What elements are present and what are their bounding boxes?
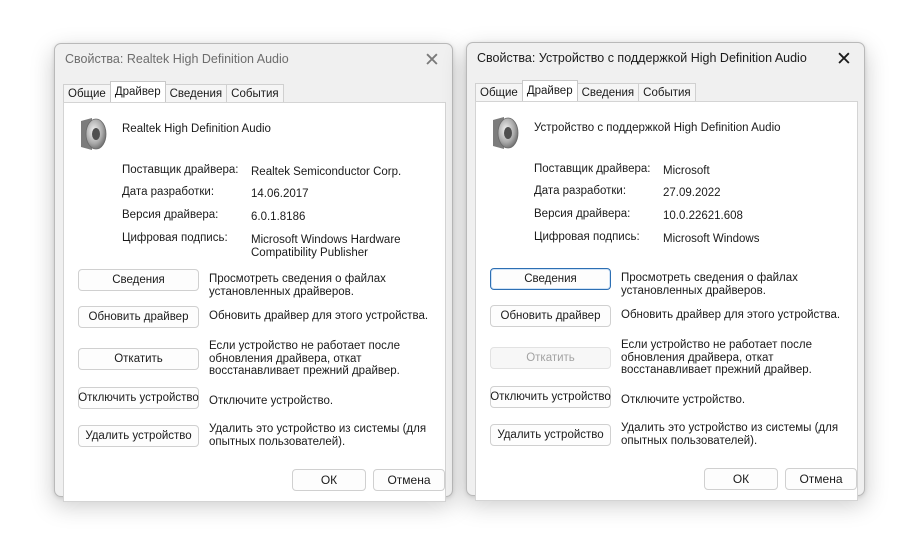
disable-device-description: Отключите устройство. [621, 394, 746, 406]
date-value: 14.06.2017 [251, 188, 309, 200]
tab-driver[interactable]: Драйвер [109, 81, 166, 102]
update-driver-description: Обновить драйвер для этого устройства. [621, 309, 841, 321]
close-icon: ✕ [836, 48, 852, 70]
rollback-driver-description: Если устройство не работает после обновл… [209, 340, 429, 378]
tab-driver[interactable]: Драйвер [521, 80, 578, 101]
driver-details-description: Просмотреть сведения о файлах установлен… [621, 272, 841, 297]
device-name: Устройство с поддержкой High Definition … [534, 122, 781, 134]
description-line: восстанавливает прежний драйвер. [209, 365, 400, 377]
version-label: Версия драйвера: [534, 208, 631, 220]
speaker-icon [493, 117, 519, 149]
description-line: опытных пользователей). [209, 435, 346, 448]
tab-details[interactable]: Сведения [164, 84, 228, 102]
tab-general[interactable]: Общие [63, 84, 111, 102]
version-value: 6.0.1.8186 [251, 211, 306, 223]
rollback-driver-button[interactable]: Откатить [490, 347, 611, 369]
description-line: Удалить это устройство из системы (для [621, 422, 839, 434]
provider-value: Microsoft [663, 165, 710, 177]
tab-details[interactable]: Сведения [576, 83, 640, 101]
driver-details-button[interactable]: Сведения [490, 268, 611, 290]
tab-events[interactable]: События [638, 83, 696, 101]
description-line: установленных драйверов. [621, 284, 766, 297]
description-line: установленных драйверов. [209, 285, 354, 298]
driver-details-button[interactable]: Сведения [78, 269, 199, 291]
date-value: 27.09.2022 [663, 187, 721, 199]
disable-device-button[interactable]: Отключить устройство [78, 387, 199, 409]
signer-value-line2: Compatibility Publisher [251, 247, 368, 259]
update-driver-button[interactable]: Обновить драйвер [490, 305, 611, 327]
description-line: Просмотреть сведения о файлах [209, 273, 386, 285]
tab-general[interactable]: Общие [475, 83, 523, 101]
signer-label: Цифровая подпись: [122, 232, 228, 244]
ok-button[interactable]: ОК [704, 468, 778, 490]
properties-dialog-hd-audio: Свойства: Устройство с поддержкой High D… [466, 42, 865, 501]
tab-events[interactable]: События [226, 84, 284, 102]
signer-value-line1: Microsoft Windows Hardware [251, 234, 401, 246]
update-driver-description: Обновить драйвер для этого устройства. [209, 310, 429, 322]
device-name: Realtek High Definition Audio [122, 123, 271, 135]
description-line: Если устройство не работает после [209, 340, 401, 352]
uninstall-device-description: Удалить это устройство из системы (для о… [209, 423, 429, 448]
driver-panel: Realtek High Definition Audio Поставщик … [63, 102, 446, 502]
rollback-driver-button[interactable]: Откатить [78, 348, 199, 370]
rollback-driver-description: Если устройство не работает после обновл… [621, 339, 841, 377]
window-title: Свойства: Realtek High Definition Audio [65, 52, 289, 66]
uninstall-device-button[interactable]: Удалить устройство [78, 425, 199, 447]
description-line: опытных пользователей). [621, 434, 758, 447]
description-line: Просмотреть сведения о файлах [621, 272, 798, 284]
cancel-button[interactable]: Отмена [785, 468, 857, 490]
description-line: Удалить это устройство из системы (для [209, 423, 427, 435]
uninstall-device-description: Удалить это устройство из системы (для о… [621, 422, 841, 447]
driver-panel: Устройство с поддержкой High Definition … [475, 101, 858, 501]
description-line: Если устройство не работает после [621, 339, 813, 351]
speaker-icon [81, 118, 107, 150]
version-value: 10.0.22621.608 [663, 210, 743, 222]
cancel-button[interactable]: Отмена [373, 469, 445, 491]
date-label: Дата разработки: [534, 185, 627, 197]
disable-device-button[interactable]: Отключить устройство [490, 386, 611, 408]
ok-button[interactable]: ОК [292, 469, 366, 491]
description-line: обновления драйвера, откат [209, 352, 362, 365]
signer-value-line1: Microsoft Windows [663, 233, 760, 245]
tab-strip: Общие Драйвер Сведения События [63, 81, 284, 102]
title-bar[interactable]: Свойства: Realtek High Definition Audio … [55, 44, 452, 76]
provider-label: Поставщик драйвера: [534, 163, 651, 175]
window-title: Свойства: Устройство с поддержкой High D… [477, 51, 807, 65]
version-label: Версия драйвера: [122, 209, 219, 221]
close-icon: ✕ [424, 49, 440, 71]
update-driver-button[interactable]: Обновить драйвер [78, 306, 199, 328]
title-bar[interactable]: Свойства: Устройство с поддержкой High D… [467, 43, 864, 75]
provider-value: Realtek Semiconductor Corp. [251, 166, 402, 178]
description-line: обновления драйвера, откат [621, 351, 774, 364]
tab-strip: Общие Драйвер Сведения События [475, 80, 696, 101]
description-line: восстанавливает прежний драйвер. [621, 364, 812, 376]
driver-details-description: Просмотреть сведения о файлах установлен… [209, 273, 429, 298]
signer-label: Цифровая подпись: [534, 231, 640, 243]
uninstall-device-button[interactable]: Удалить устройство [490, 424, 611, 446]
date-label: Дата разработки: [122, 186, 215, 198]
properties-dialog-realtek: Свойства: Realtek High Definition Audio … [54, 43, 453, 502]
disable-device-description: Отключите устройство. [209, 395, 334, 407]
close-button[interactable]: ✕ [830, 47, 858, 71]
close-button[interactable]: ✕ [418, 48, 446, 72]
provider-label: Поставщик драйвера: [122, 164, 239, 176]
